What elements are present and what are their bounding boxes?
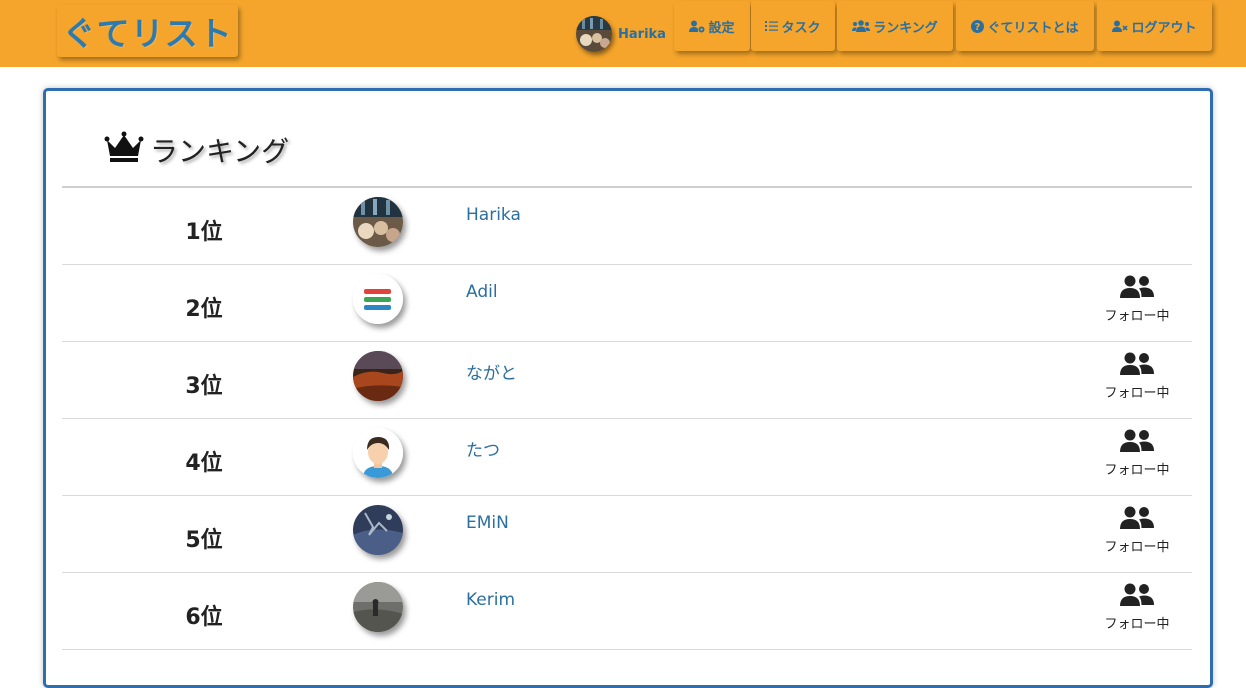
user-avatar[interactable] [353, 274, 403, 324]
user-avatar[interactable] [353, 428, 403, 478]
ranking-row: 1位 Harika [62, 188, 1192, 265]
nav-logout-label: ログアウト [1131, 20, 1197, 36]
ranking-row: 6位 Kerim フォロー中 [62, 573, 1192, 650]
users-following-icon [1119, 352, 1155, 380]
following-status[interactable]: フォロー中 [1092, 583, 1182, 632]
nav-about-button[interactable]: ? ぐてリストとは [956, 1, 1094, 51]
user-avatar[interactable] [353, 505, 403, 555]
user-name-link[interactable]: たつ [466, 436, 500, 461]
question-circle-icon: ? [971, 19, 985, 33]
nav-tasks-label: タスク [781, 20, 821, 36]
user-gear-icon [689, 20, 705, 33]
users-following-icon [1119, 429, 1155, 457]
svg-text:?: ? [975, 22, 981, 33]
rank-label: 3位 [185, 374, 223, 399]
list-icon [765, 20, 779, 32]
page-title-text: ランキング [150, 135, 290, 168]
user-avatar[interactable] [353, 351, 403, 401]
page-title: ランキング [104, 130, 289, 170]
follow-label: フォロー中 [1104, 617, 1170, 632]
rank-label: 6位 [185, 605, 223, 630]
user-avatar [576, 16, 612, 52]
ranking-row: 2位 Adil フォロー中 [62, 265, 1192, 342]
follow-label: フォロー中 [1104, 386, 1170, 401]
user-name-link[interactable]: Kerim [466, 590, 515, 610]
rank-label: 2位 [185, 297, 223, 322]
follow-label: フォロー中 [1104, 309, 1170, 324]
nav-ranking-button[interactable]: ランキング [837, 1, 953, 51]
user-name-link[interactable]: Adil [466, 282, 498, 302]
following-status[interactable]: フォロー中 [1092, 275, 1182, 324]
users-following-icon [1119, 275, 1155, 303]
nav-ranking-label: ランキング [873, 20, 938, 36]
nav-about-label: ぐてリストとは [987, 20, 1079, 36]
users-following-icon [1119, 583, 1155, 611]
user-times-icon [1112, 20, 1129, 33]
rank-label: 4位 [185, 451, 223, 476]
following-status[interactable]: フォロー中 [1092, 352, 1182, 401]
nav-tasks-button[interactable]: タスク [751, 1, 835, 51]
user-avatar[interactable] [353, 582, 403, 632]
user-name-link[interactable]: EMiN [466, 513, 509, 533]
crown-icon [104, 130, 144, 171]
users-icon [852, 20, 871, 32]
nav-settings-button[interactable]: 設定 [674, 1, 750, 51]
rank-label: 5位 [185, 528, 223, 553]
app-logo[interactable]: ぐてリスト [57, 5, 238, 57]
ranking-row: 4位 たつ フォロー中 [62, 419, 1192, 496]
user-name-link[interactable]: Harika [466, 205, 521, 225]
users-following-icon [1119, 506, 1155, 534]
rank-label: 1位 [185, 220, 223, 245]
user-name-link[interactable]: ながと [466, 359, 517, 384]
nav-settings-label: 設定 [708, 20, 735, 36]
nav-logout-button[interactable]: ログアウト [1097, 1, 1212, 51]
follow-label: フォロー中 [1104, 540, 1170, 555]
top-navbar: ぐてリスト Harika 設定 タスク ランキング ? ぐてリストとは ログアウ… [0, 0, 1246, 67]
user-avatar[interactable] [353, 197, 403, 247]
user-name: Harika [618, 26, 666, 42]
ranking-row: 3位 ながと フォロー中 [62, 342, 1192, 419]
following-status[interactable]: フォロー中 [1092, 506, 1182, 555]
ranking-row: 5位 EMiN フォロー中 [62, 496, 1192, 573]
follow-label: フォロー中 [1104, 463, 1170, 478]
following-status[interactable]: フォロー中 [1092, 429, 1182, 478]
current-user[interactable]: Harika [576, 16, 666, 52]
